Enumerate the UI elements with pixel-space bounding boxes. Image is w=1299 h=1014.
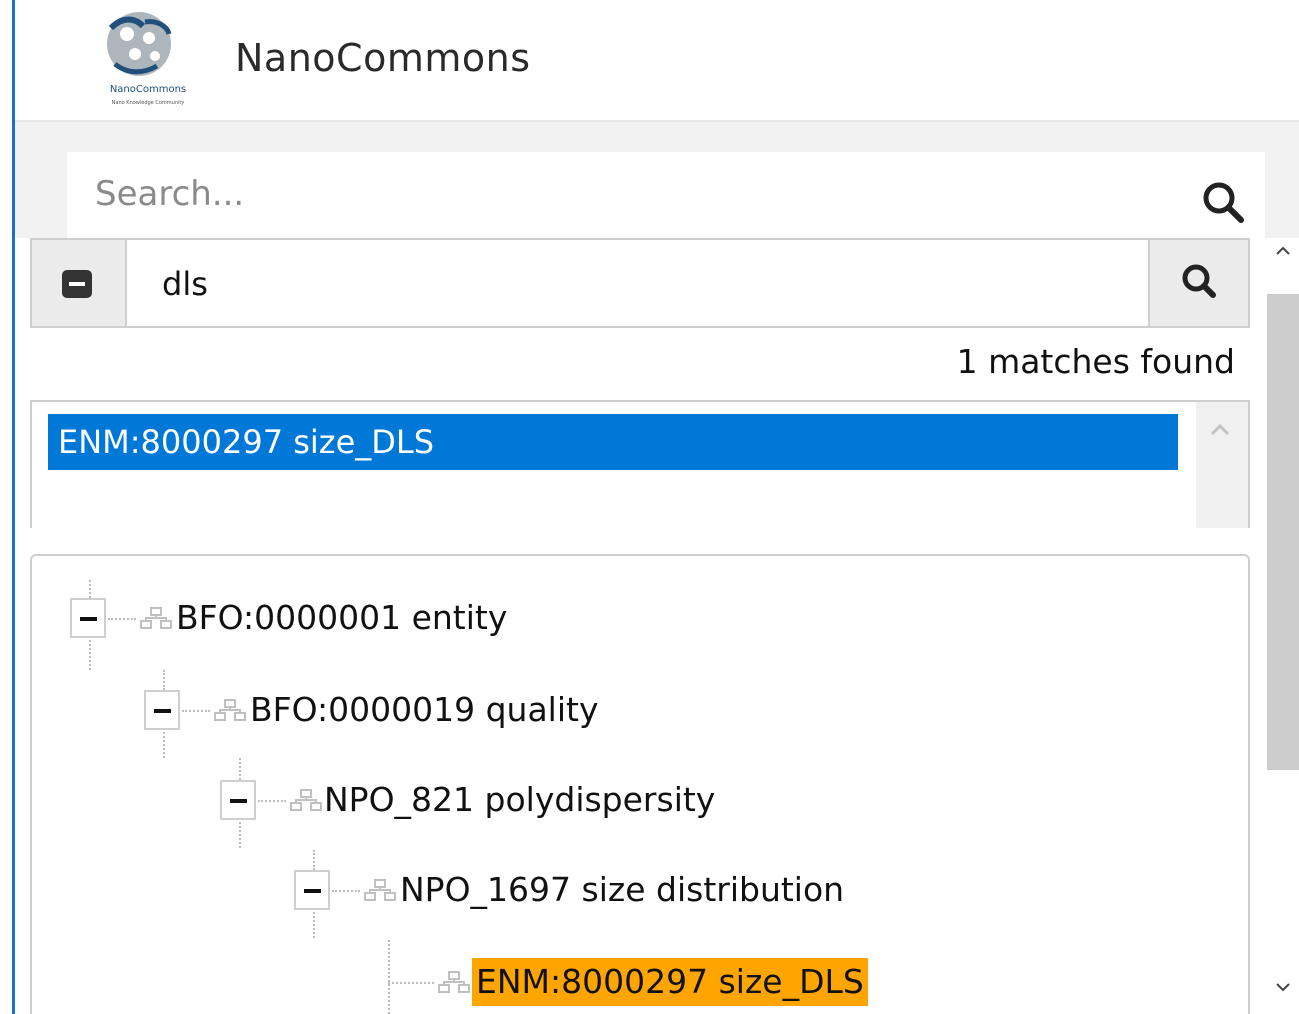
header: NanoCommons Nano Knowledge Community Nan… xyxy=(15,0,1299,122)
results-scrollbar[interactable] xyxy=(1196,402,1248,528)
tree-filter-row xyxy=(30,238,1250,328)
tree-node: BFO:0000019 quality xyxy=(144,670,1224,758)
magnifier-icon[interactable] xyxy=(1199,178,1247,226)
tree-node: BFO:0000001 entity xyxy=(70,580,1220,670)
nanocommons-logo: NanoCommons Nano Knowledge Community xyxy=(73,8,223,110)
scrollbar-thumb[interactable] xyxy=(1267,294,1299,770)
chevron-up-icon[interactable] xyxy=(1275,246,1291,256)
tree-node: NPO_1697 size distribution xyxy=(294,850,1234,938)
class-node-icon xyxy=(290,789,322,811)
tree-node-label[interactable]: BFO:0000019 quality xyxy=(250,686,598,734)
class-node-icon xyxy=(140,607,172,629)
collapse-toggle[interactable] xyxy=(144,690,180,730)
collapse-toggle[interactable] xyxy=(70,598,106,638)
ontology-tree: BFO:0000001 entity BFO:0000019 quality N… xyxy=(30,554,1250,1014)
minus-square-icon xyxy=(62,270,92,298)
tree-filter-input[interactable] xyxy=(162,262,1142,306)
chevron-up-icon[interactable] xyxy=(1210,424,1230,436)
tree-node: NPO_821 polydispersity xyxy=(220,758,1220,848)
svg-text:Nano Knowledge Community: Nano Knowledge Community xyxy=(112,100,185,106)
search-results-list: ENM:8000297 size_DLS xyxy=(30,400,1250,528)
chevron-down-icon[interactable] xyxy=(1275,982,1291,992)
tree-node-label[interactable]: NPO_1697 size distribution xyxy=(400,866,844,914)
magnifier-icon xyxy=(1182,264,1216,298)
tree-node-label[interactable]: NPO_821 polydispersity xyxy=(324,776,715,824)
tree-node: ENM:8000297 size_DLS xyxy=(370,940,1230,1014)
svg-text:NanoCommons: NanoCommons xyxy=(110,84,186,95)
class-node-icon xyxy=(364,879,396,901)
collapse-toggle[interactable] xyxy=(294,870,330,910)
main-scrollbar[interactable] xyxy=(1267,238,1299,1014)
global-search-input[interactable] xyxy=(95,172,1175,216)
collapse-toggle[interactable] xyxy=(220,780,256,820)
global-search-box xyxy=(67,152,1265,238)
tree-node-label[interactable]: ENM:8000297 size_DLS xyxy=(472,958,868,1006)
list-item[interactable]: ENM:8000297 size_DLS xyxy=(48,414,1178,470)
ontology-browser: 1 matches found ENM:8000297 size_DLS BFO… xyxy=(15,238,1267,1014)
class-node-icon xyxy=(214,699,246,721)
tree-filter-search-button[interactable] xyxy=(1148,240,1248,326)
tree-node-label[interactable]: BFO:0000001 entity xyxy=(176,594,507,642)
app-title: NanoCommons xyxy=(235,36,531,80)
match-count: 1 matches found xyxy=(956,342,1235,381)
class-node-icon xyxy=(438,971,470,993)
collapse-all-button[interactable] xyxy=(32,240,127,326)
